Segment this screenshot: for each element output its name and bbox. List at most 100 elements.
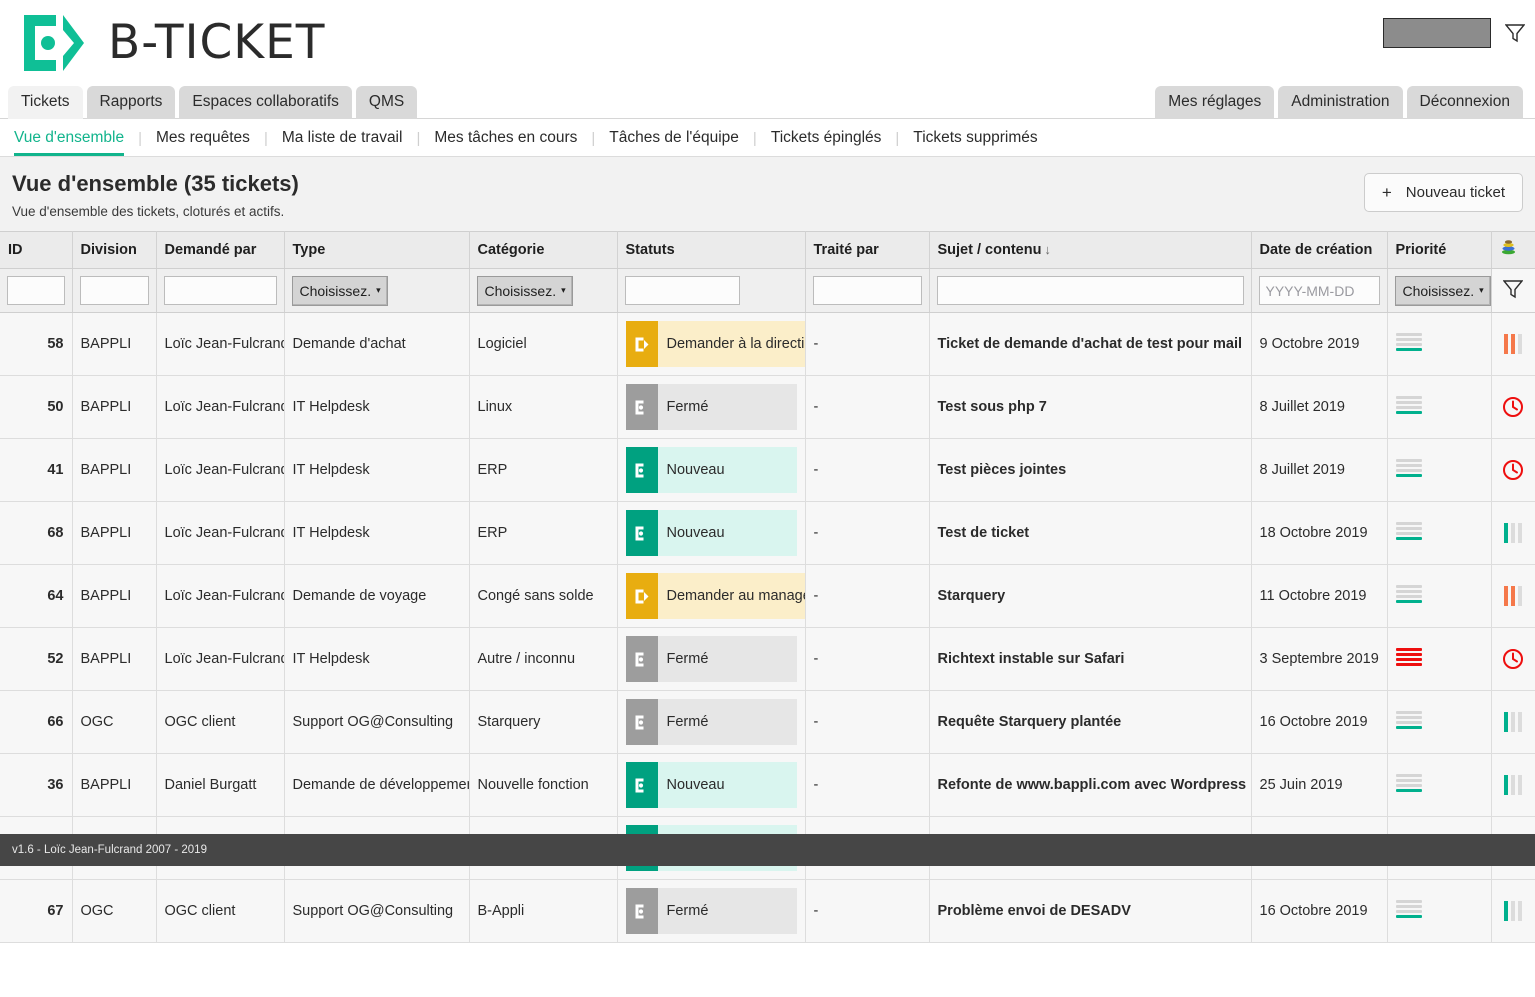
- cell-sujet[interactable]: Ticket de demande d'achat de test pour m…: [929, 312, 1252, 376]
- filter-input-sujet[interactable]: [936, 276, 1244, 305]
- col-header-date-de-creation[interactable]: Date de création: [1251, 231, 1388, 269]
- subtab-ma-liste-de-travail[interactable]: Ma liste de travail: [268, 127, 417, 156]
- new-ticket-button[interactable]: + Nouveau ticket: [1363, 173, 1523, 212]
- filter-select-type[interactable]: Choisissez. ▾: [291, 275, 388, 306]
- cell-sujet[interactable]: Starquery: [929, 564, 1252, 628]
- cell-type: Support OG@Consulting: [284, 879, 470, 943]
- subtab-taches-de-lequipe[interactable]: Tâches de l'équipe: [595, 127, 753, 156]
- cell-categorie: Nouvelle fonction: [469, 753, 618, 817]
- tab-deconnexion[interactable]: Déconnexion: [1406, 85, 1523, 119]
- cell-priorite: [1387, 501, 1492, 565]
- funnel-icon[interactable]: [1502, 279, 1524, 299]
- activity-bars-teal-icon[interactable]: [1504, 901, 1522, 921]
- activity-bars-orange-icon[interactable]: [1504, 334, 1522, 354]
- table-row[interactable]: 50 BAPPLI Loïc Jean-Fulcrand IT Helpdesk Lin…: [0, 375, 1535, 439]
- cell-priorite: [1387, 690, 1492, 754]
- status-badge: Demander au manager: [625, 573, 804, 619]
- chevron-down-icon: ▾: [1479, 285, 1484, 295]
- col-header-type[interactable]: Type: [284, 231, 470, 269]
- status-label: Fermé: [657, 384, 797, 430]
- main-tab-bar: Tickets Rapports Espaces collaboratifs Q…: [0, 85, 1535, 119]
- cell-date-creation: 16 Octobre 2019: [1251, 690, 1388, 754]
- tab-mes-reglages[interactable]: Mes réglages: [1155, 85, 1275, 119]
- activity-bars-teal-icon[interactable]: [1504, 712, 1522, 732]
- cell-sujet[interactable]: Requête Starquery plantée: [929, 690, 1252, 754]
- cell-sujet[interactable]: Test pièces jointes: [929, 438, 1252, 502]
- filter-input-date-creation[interactable]: [1258, 276, 1380, 305]
- status-badge: Nouveau: [625, 510, 797, 556]
- filter-cell-date: [1251, 268, 1388, 313]
- subtab-tickets-supprimes[interactable]: Tickets supprimés: [899, 127, 1051, 156]
- col-header-sujet-contenu[interactable]: Sujet / contenu ↓: [929, 231, 1252, 269]
- cell-id: 64: [0, 564, 73, 628]
- overdue-clock-icon[interactable]: [1502, 648, 1524, 670]
- cell-sujet[interactable]: Refonte de www.bappli.com avec Wordpress: [929, 753, 1252, 817]
- cell-flag: [1491, 312, 1535, 376]
- col-header-categorie[interactable]: Catégorie: [469, 231, 618, 269]
- overdue-clock-icon[interactable]: [1502, 459, 1524, 481]
- cell-sujet[interactable]: Problème envoi de DESADV: [929, 879, 1252, 943]
- col-header-division[interactable]: Division: [72, 231, 157, 269]
- cell-flag: [1491, 753, 1535, 817]
- cell-sujet[interactable]: Richtext instable sur Safari: [929, 627, 1252, 691]
- subtab-tickets-epingles[interactable]: Tickets épinglés: [757, 127, 896, 156]
- cell-statut: Fermé: [617, 627, 806, 691]
- tab-rapports[interactable]: Rapports: [86, 85, 176, 119]
- activity-bars-teal-icon[interactable]: [1504, 523, 1522, 543]
- cell-id: 50: [0, 375, 73, 439]
- table-row[interactable]: 66 OGC OGC client Support OG@Consulting Star…: [0, 690, 1535, 754]
- col-header-id[interactable]: ID: [0, 231, 73, 269]
- filter-input-division[interactable]: [79, 276, 149, 305]
- cell-sujet[interactable]: Test de ticket: [929, 501, 1252, 565]
- col-header-layers[interactable]: [1491, 231, 1535, 269]
- filter-cell-apply: [1491, 268, 1535, 313]
- status-label: Demander à la direction: [657, 321, 804, 367]
- col-header-statuts[interactable]: Statuts: [617, 231, 806, 269]
- filter-select-categorie[interactable]: Choisissez. ▾: [476, 275, 573, 306]
- account-tab-group: Mes réglages Administration Déconnexion: [1155, 85, 1527, 119]
- cell-traite-par: -: [805, 690, 930, 754]
- b-ticket-logo-icon: [24, 14, 84, 71]
- table-row[interactable]: 58 BAPPLI Loïc Jean-Fulcrand Demande d'acha…: [0, 312, 1535, 376]
- chevron-down-icon: ▾: [376, 285, 381, 295]
- cell-id: 41: [0, 438, 73, 502]
- page-header: Vue d'ensemble (35 tickets) Vue d'ensemb…: [0, 157, 1535, 231]
- tab-administration[interactable]: Administration: [1278, 85, 1403, 119]
- activity-bars-orange-icon[interactable]: [1504, 586, 1522, 606]
- cell-categorie: B-Appli: [469, 879, 618, 943]
- filter-select-priorite[interactable]: Choisissez. ▾: [1394, 275, 1491, 306]
- activity-bars-teal-icon[interactable]: [1504, 775, 1522, 795]
- table-row[interactable]: 67 OGC OGC client Support OG@Consulting B-Ap…: [0, 879, 1535, 943]
- cell-sujet[interactable]: Test sous php 7: [929, 375, 1252, 439]
- cell-type: Demande d'achat: [284, 312, 470, 376]
- cell-traite-par: -: [805, 753, 930, 817]
- filter-input-demande-par[interactable]: [163, 276, 277, 305]
- table-row[interactable]: 52 BAPPLI Loïc Jean-Fulcrand IT Helpdesk Aut…: [0, 627, 1535, 691]
- subtab-vue-densemble[interactable]: Vue d'ensemble: [10, 127, 138, 156]
- col-header-traite-par[interactable]: Traité par: [805, 231, 930, 269]
- cell-priorite: [1387, 879, 1492, 943]
- tab-qms[interactable]: QMS: [355, 85, 418, 119]
- overdue-clock-icon[interactable]: [1502, 396, 1524, 418]
- table-row[interactable]: 41 BAPPLI Loïc Jean-Fulcrand IT Helpdesk ERP…: [0, 438, 1535, 502]
- cell-demande-par: Loïc Jean-Fulcrand: [156, 312, 285, 376]
- funnel-icon[interactable]: [1505, 23, 1525, 43]
- brand-logo[interactable]: B-TICKET: [10, 12, 326, 74]
- tab-tickets[interactable]: Tickets: [8, 85, 83, 119]
- table-row[interactable]: 64 BAPPLI Loïc Jean-Fulcrand Demande de voy…: [0, 564, 1535, 628]
- filter-select-categorie-value: Choisissez.: [484, 282, 557, 299]
- tab-espaces-collaboratifs[interactable]: Espaces collaboratifs: [179, 85, 352, 119]
- priority-bars: [1395, 522, 1422, 540]
- filter-input-id[interactable]: [7, 276, 65, 305]
- subtab-mes-taches-en-cours[interactable]: Mes tâches en cours: [420, 127, 591, 156]
- subtab-mes-requetes[interactable]: Mes requêtes: [142, 127, 264, 156]
- cell-categorie: Logiciel: [469, 312, 618, 376]
- col-header-demande-par[interactable]: Demandé par: [156, 231, 285, 269]
- filter-input-traite-par[interactable]: [812, 276, 922, 305]
- col-header-priorite[interactable]: Priorité: [1387, 231, 1492, 269]
- table-row[interactable]: 36 BAPPLI Daniel Burgatt Demande de dévelop…: [0, 753, 1535, 817]
- table-row[interactable]: 68 BAPPLI Loïc Jean-Fulcrand IT Helpdesk ERP…: [0, 501, 1535, 565]
- user-menu-button[interactable]: [1383, 18, 1491, 48]
- filter-input-statuts[interactable]: [624, 276, 740, 305]
- cell-statut: Nouveau: [617, 438, 806, 502]
